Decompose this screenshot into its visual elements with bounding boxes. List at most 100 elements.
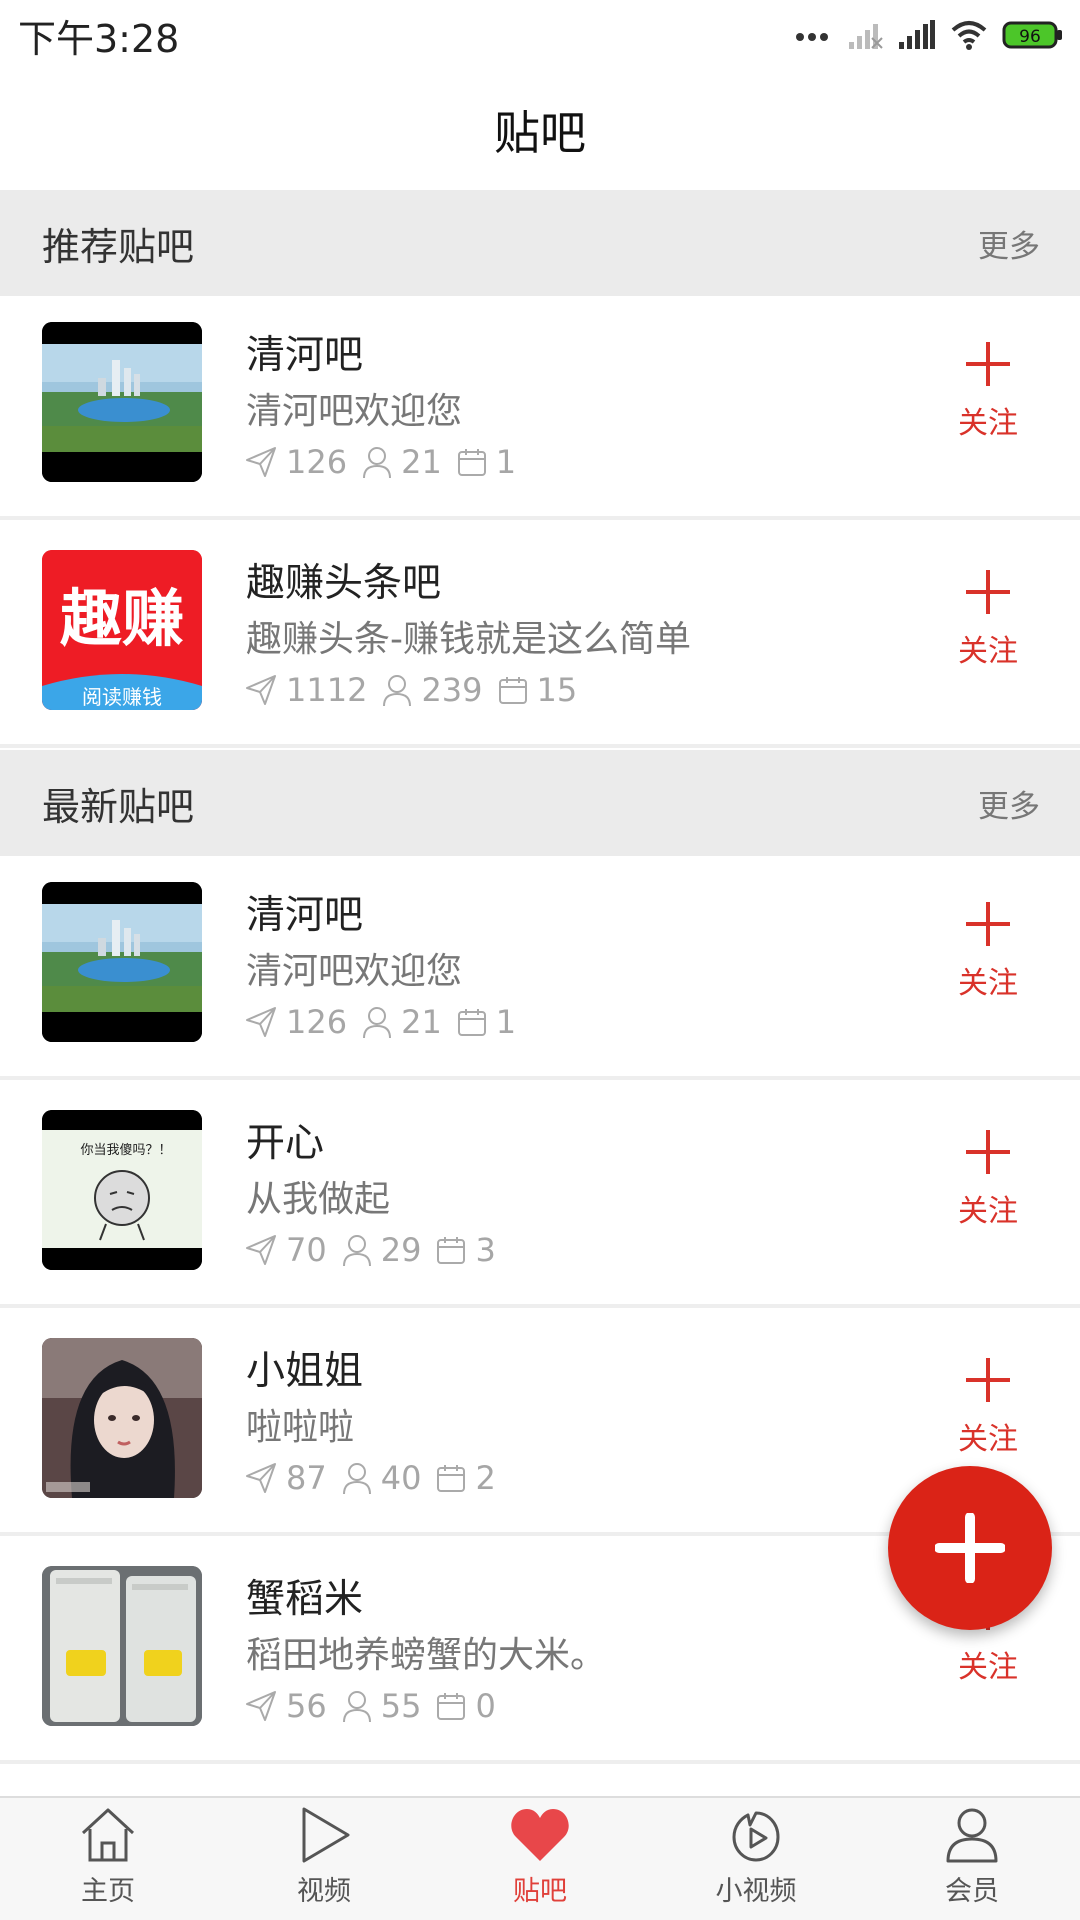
wifi-icon xyxy=(951,21,987,50)
calendar-icon xyxy=(498,677,527,704)
post-count: 56 xyxy=(286,1687,327,1725)
forum-stats: 126 21 1 xyxy=(244,440,530,484)
forum-item[interactable]: 清河吧 清河吧欢迎您 126 21 1 关注 xyxy=(0,856,1080,1080)
forum-name: 清河吧 xyxy=(246,333,364,378)
user-icon xyxy=(946,1808,998,1863)
send-icon xyxy=(246,1007,276,1037)
follow-label: 关注 xyxy=(958,1422,1018,1457)
follow-button[interactable]: 关注 xyxy=(938,1128,1038,1230)
play-icon xyxy=(302,1807,350,1863)
forum-thumbnail xyxy=(42,1566,202,1726)
member-count: 40 xyxy=(380,1459,422,1497)
nav-label: 小视频 xyxy=(715,1876,797,1907)
forum-thumbnail xyxy=(42,882,202,1042)
follow-button[interactable]: 关注 xyxy=(938,1356,1038,1458)
forum-item[interactable]: 你当我傻吗？！ 开心 从我做起 70 29 3 关注 xyxy=(0,1084,1080,1308)
heart-icon xyxy=(511,1809,569,1861)
battery-level: 96 xyxy=(1019,27,1041,47)
battery-icon: 96 xyxy=(1002,21,1062,49)
follow-button[interactable]: 关注 xyxy=(938,340,1038,442)
signal-icon xyxy=(899,20,935,49)
forum-description: 清河吧欢迎您 xyxy=(246,391,463,432)
calendar-icon xyxy=(457,449,486,476)
section-header-latest: 最新贴吧 更多 xyxy=(0,750,1080,856)
section-title: 最新贴吧 xyxy=(42,784,195,829)
forum-thumbnail: 你当我傻吗？！ xyxy=(42,1110,202,1270)
forum-thumbnail xyxy=(42,322,202,482)
signal-weak-icon xyxy=(849,24,883,49)
member-count: 239 xyxy=(421,671,483,709)
day-count: 2 xyxy=(475,1459,496,1497)
status-bar: 下午3:28 96 xyxy=(0,0,1080,70)
calendar-icon xyxy=(457,1009,486,1036)
logo-subtext: 阅读赚钱 xyxy=(82,685,162,709)
person-icon xyxy=(383,675,412,707)
forum-description: 稻田地养螃蟹的大米。 xyxy=(246,1635,607,1676)
day-count: 1 xyxy=(495,443,517,481)
calendar-icon xyxy=(437,1465,466,1492)
send-icon xyxy=(246,1691,276,1721)
nav-item-short-video[interactable]: 小视频 xyxy=(648,1798,864,1920)
calendar-icon xyxy=(437,1693,466,1720)
forum-thumbnail xyxy=(42,1338,202,1498)
forum-name: 蟹稻米 xyxy=(246,1577,364,1622)
nav-item-home[interactable]: 主页 xyxy=(0,1798,216,1920)
forum-description: 从我做起 xyxy=(246,1179,391,1220)
nav-label: 主页 xyxy=(81,1876,135,1907)
plus-icon xyxy=(966,1130,1010,1174)
day-count: 1 xyxy=(495,1003,517,1041)
add-fab-button[interactable] xyxy=(888,1466,1052,1630)
section-title: 推荐贴吧 xyxy=(42,224,195,269)
logo-text: 趣赚 xyxy=(60,582,184,655)
post-count: 126 xyxy=(286,443,348,481)
follow-label: 关注 xyxy=(958,1194,1018,1229)
forum-description: 啦啦啦 xyxy=(246,1407,355,1448)
more-link[interactable]: 更多 xyxy=(978,781,1040,826)
follow-label: 关注 xyxy=(958,634,1018,669)
forum-thumbnail: 趣赚 阅读赚钱 xyxy=(42,550,202,710)
post-count: 70 xyxy=(286,1231,327,1269)
member-count: 21 xyxy=(401,443,442,481)
follow-button[interactable]: 关注 xyxy=(938,568,1038,670)
bottom-nav: 主页 视频 贴吧 小视频 会员 xyxy=(0,1796,1080,1920)
forum-stats: 87 40 2 xyxy=(244,1456,510,1500)
person-icon xyxy=(342,1691,371,1723)
forum-name: 趣赚头条吧 xyxy=(246,561,442,606)
nav-label: 贴吧 xyxy=(513,1876,567,1907)
day-count: 15 xyxy=(536,671,578,709)
post-count: 126 xyxy=(286,1003,348,1041)
follow-label: 关注 xyxy=(958,1650,1018,1685)
person-icon xyxy=(363,447,392,479)
status-time: 下午3:28 xyxy=(18,16,180,61)
section-header-recommended: 推荐贴吧 更多 xyxy=(0,190,1080,296)
home-icon xyxy=(81,1808,135,1862)
calendar-icon xyxy=(437,1237,466,1264)
follow-label: 关注 xyxy=(958,966,1018,1001)
send-icon xyxy=(246,447,276,477)
forum-stats: 1112 239 15 xyxy=(244,668,591,712)
nav-item-member[interactable]: 会员 xyxy=(864,1798,1080,1920)
page-title: 贴吧 xyxy=(494,106,586,160)
forum-item[interactable]: 清河吧 清河吧欢迎您 126 21 1 关注 xyxy=(0,296,1080,520)
forum-description: 清河吧欢迎您 xyxy=(246,951,463,992)
forum-name: 清河吧 xyxy=(246,893,364,938)
person-icon xyxy=(342,1463,371,1495)
forum-description: 趣赚头条-赚钱就是这么简单 xyxy=(246,619,691,660)
meme-caption: 你当我傻吗？！ xyxy=(80,1143,171,1158)
plus-icon xyxy=(966,1358,1010,1402)
post-count: 87 xyxy=(286,1459,327,1497)
follow-button[interactable]: 关注 xyxy=(938,900,1038,1002)
nav-item-video[interactable]: 视频 xyxy=(216,1798,432,1920)
person-icon xyxy=(342,1235,371,1267)
member-count: 29 xyxy=(380,1231,422,1269)
nav-item-tieba[interactable]: 贴吧 xyxy=(432,1798,648,1920)
plus-icon xyxy=(966,902,1010,946)
nav-label: 会员 xyxy=(945,1876,999,1907)
forum-stats: 70 29 3 xyxy=(244,1228,510,1272)
short-video-icon xyxy=(732,1811,780,1862)
more-dots-icon xyxy=(796,33,828,41)
post-count: 1112 xyxy=(286,671,368,709)
send-icon xyxy=(246,1463,276,1493)
more-link[interactable]: 更多 xyxy=(978,221,1040,266)
forum-item[interactable]: 趣赚 阅读赚钱 趣赚头条吧 趣赚头条-赚钱就是这么简单 1112 239 15 … xyxy=(0,524,1080,748)
